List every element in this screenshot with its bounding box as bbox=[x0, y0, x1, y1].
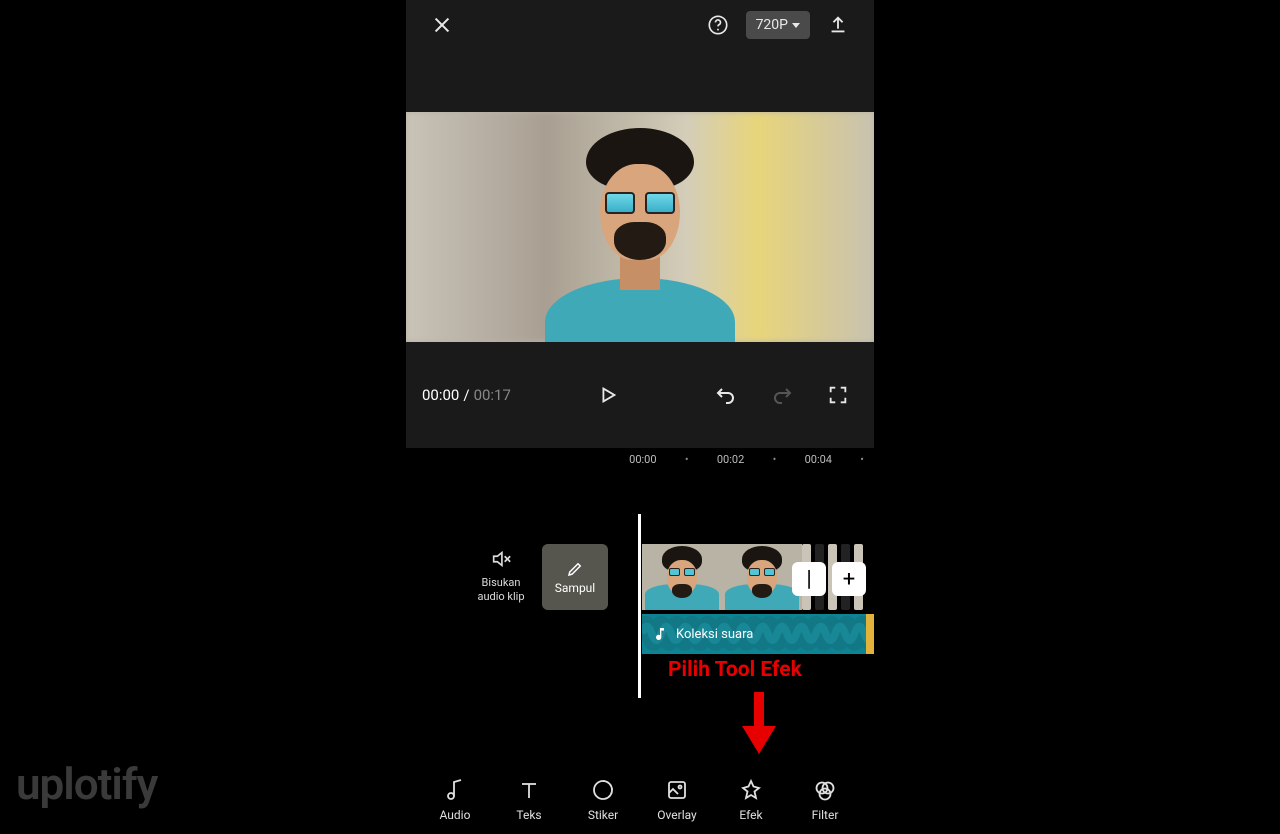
tool-label: Overlay bbox=[657, 808, 696, 822]
tool-efek[interactable]: Efek bbox=[721, 778, 781, 822]
quality-label: 720P bbox=[756, 17, 788, 33]
video-editor-app: 720P 00:00 / 00:17 bbox=[406, 0, 874, 834]
speaker-mute-icon bbox=[490, 548, 512, 570]
upload-icon bbox=[827, 14, 849, 36]
ruler-tick: 00:00 bbox=[625, 453, 661, 466]
watermark: uplotify bbox=[16, 758, 157, 810]
play-icon bbox=[597, 384, 619, 406]
mute-label-1: Bisukan bbox=[472, 576, 530, 590]
filter-icon bbox=[813, 778, 837, 802]
overlay-icon bbox=[665, 778, 689, 802]
tool-filter[interactable]: Filter bbox=[795, 778, 855, 822]
tool-label: Teks bbox=[516, 808, 541, 822]
fullscreen-icon bbox=[827, 384, 849, 406]
ruler-tick: 00:04 bbox=[800, 453, 836, 466]
current-time: 00:00 bbox=[422, 386, 459, 404]
transition-buttons: | + bbox=[792, 562, 866, 596]
transition-edit-button[interactable]: | bbox=[792, 562, 826, 596]
timeline[interactable]: Bisukan audio klip Sampul | + Koleks bbox=[406, 514, 874, 724]
redo-icon bbox=[770, 383, 794, 407]
preview-area bbox=[406, 50, 874, 342]
redo-button[interactable] bbox=[762, 375, 802, 415]
tool-label: Stiker bbox=[588, 808, 618, 822]
audio-track[interactable]: Koleksi suara bbox=[642, 614, 874, 654]
sticker-icon bbox=[591, 778, 615, 802]
watermark-part2: tify bbox=[98, 758, 158, 810]
bottom-toolbar: Audio Teks Stiker Overlay Efek Filter bbox=[406, 778, 874, 822]
pencil-icon bbox=[566, 560, 584, 578]
clip-frame bbox=[722, 544, 802, 610]
time-separator: / bbox=[463, 386, 469, 404]
undo-icon bbox=[714, 383, 738, 407]
ruler-dot: • bbox=[773, 453, 777, 466]
preview-figure bbox=[550, 128, 730, 342]
tool-audio[interactable]: Audio bbox=[425, 778, 485, 822]
undo-button[interactable] bbox=[706, 375, 746, 415]
annotation-arrow-icon bbox=[742, 692, 776, 754]
video-preview[interactable] bbox=[406, 112, 874, 342]
mute-audio-button[interactable]: Bisukan audio klip bbox=[472, 548, 530, 605]
play-button[interactable] bbox=[588, 375, 628, 415]
annotation-text: Pilih Tool Efek bbox=[668, 658, 802, 682]
quality-selector[interactable]: 720P bbox=[746, 11, 810, 39]
ruler-tick: 00:02 bbox=[713, 453, 749, 466]
ruler-dot: • bbox=[685, 453, 689, 466]
cover-label: Sampul bbox=[555, 581, 595, 595]
add-clip-button[interactable]: + bbox=[832, 562, 866, 596]
playhead[interactable] bbox=[638, 514, 641, 698]
tool-stiker[interactable]: Stiker bbox=[573, 778, 633, 822]
effects-icon bbox=[739, 778, 763, 802]
player-controls: 00:00 / 00:17 bbox=[406, 342, 874, 448]
top-bar: 720P bbox=[406, 0, 874, 50]
watermark-part1: uplo bbox=[16, 758, 98, 810]
fullscreen-button[interactable] bbox=[818, 375, 858, 415]
tool-label: Efek bbox=[739, 808, 762, 822]
tool-label: Filter bbox=[812, 808, 839, 822]
text-icon bbox=[517, 778, 541, 802]
audio-icon bbox=[443, 778, 467, 802]
audio-track-handle[interactable] bbox=[866, 614, 874, 654]
tool-label: Audio bbox=[440, 808, 471, 822]
help-icon bbox=[707, 14, 729, 36]
total-time: 00:17 bbox=[474, 386, 511, 404]
time-display: 00:00 / 00:17 bbox=[422, 386, 511, 404]
music-note-icon bbox=[652, 626, 668, 642]
chevron-down-icon bbox=[792, 23, 800, 28]
export-button[interactable] bbox=[822, 9, 854, 41]
close-button[interactable] bbox=[426, 9, 458, 41]
help-button[interactable] bbox=[702, 9, 734, 41]
clip-frame bbox=[642, 544, 722, 610]
timeline-ruler[interactable]: 00:00 • 00:02 • 00:04 • bbox=[406, 448, 874, 470]
tool-overlay[interactable]: Overlay bbox=[647, 778, 707, 822]
tool-teks[interactable]: Teks bbox=[499, 778, 559, 822]
audio-track-label: Koleksi suara bbox=[676, 627, 753, 642]
ruler-dot: • bbox=[860, 453, 864, 466]
mute-label-2: audio klip bbox=[472, 590, 530, 604]
cover-button[interactable]: Sampul bbox=[542, 544, 608, 610]
close-icon bbox=[431, 14, 453, 36]
